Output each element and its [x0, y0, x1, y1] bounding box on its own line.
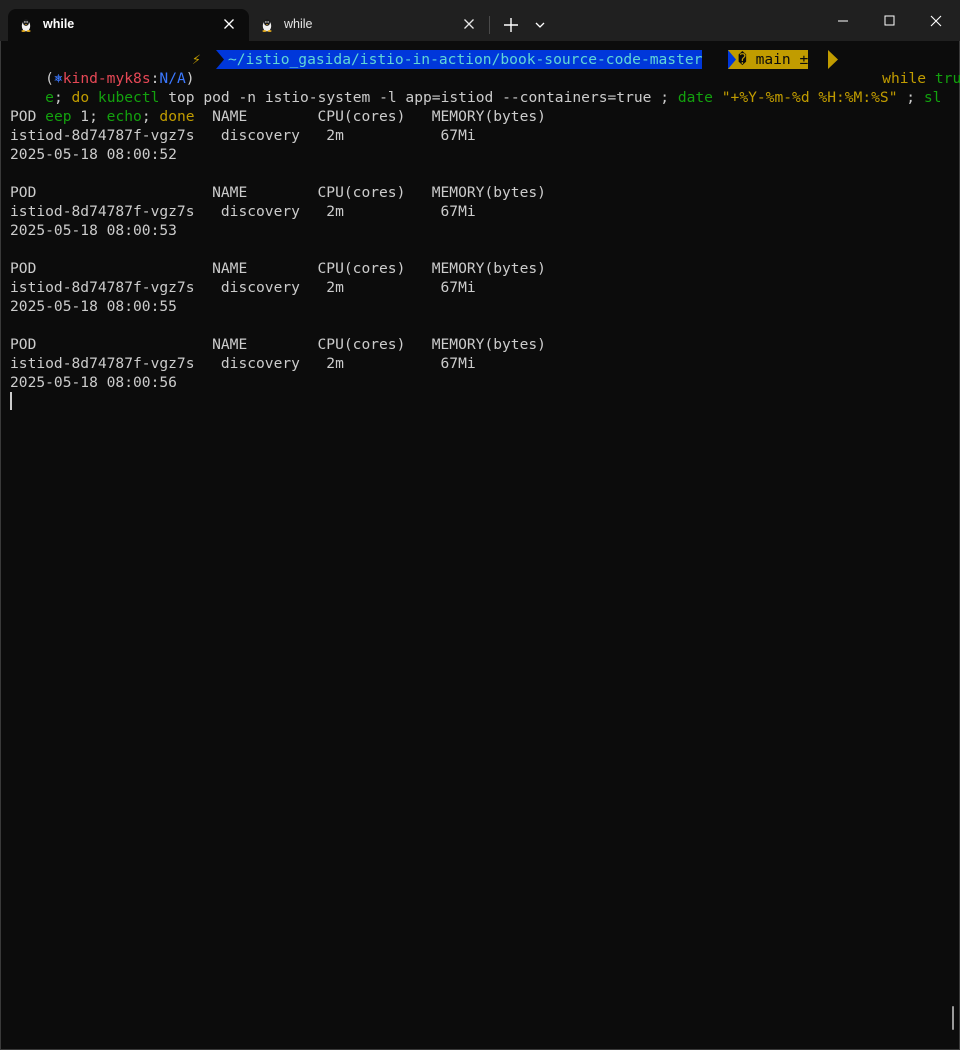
output-timestamp: 2025-05-18 08:00:52 — [10, 146, 177, 163]
output-timestamp: 2025-05-18 08:00:56 — [10, 374, 177, 391]
output-header: POD NAME CPU(cores) MEMORY(bytes) — [10, 108, 546, 125]
command-line-2: e; do kubectl top pod -n istio-system -l… — [10, 69, 941, 106]
close-tab-icon[interactable] — [221, 16, 237, 32]
tab-title: while — [43, 17, 75, 31]
branch-end-arrow-icon — [828, 50, 838, 69]
close-tab-icon[interactable] — [461, 16, 477, 32]
scrollbar-thumb[interactable] — [952, 1006, 954, 1030]
separator: ; — [897, 89, 924, 106]
git-branch: � main ± — [738, 50, 809, 69]
output-timestamp: 2025-05-18 08:00:55 — [10, 298, 177, 315]
tab-separator — [489, 16, 490, 34]
command-line-1: while tru — [847, 50, 960, 87]
linux-penguin-icon — [21, 19, 31, 32]
tab-while-active[interactable]: while — [8, 9, 249, 41]
cmd-sleep-part: sl — [923, 89, 942, 106]
prompt-path: ~/istio_gasida/istio-in-action/book-sour… — [228, 50, 703, 69]
output-row: istiod-8d74787f-vgz7s discovery 2m 67Mi — [10, 279, 476, 296]
output-row: istiod-8d74787f-vgz7s discovery 2m 67Mi — [10, 203, 476, 220]
close-icon[interactable] — [912, 0, 960, 41]
command-line-3: eep 1; echo; done — [10, 88, 194, 125]
date-format: "+%Y-%m-%d %H:%M:%S" — [712, 89, 898, 106]
tab-while[interactable]: while — [249, 9, 489, 41]
branch-separator-arrow-icon — [728, 50, 738, 69]
path-segment-arrow-icon — [216, 50, 228, 69]
output-header: POD NAME CPU(cores) MEMORY(bytes) — [10, 260, 546, 277]
text-cursor — [10, 392, 12, 410]
output-header: POD NAME CPU(cores) MEMORY(bytes) — [10, 336, 546, 353]
prompt-line: (⎈kind-myk8s:N/A) — [10, 50, 194, 87]
output-timestamp: 2025-05-18 08:00:53 — [10, 222, 177, 239]
terminal-pane[interactable]: (⎈kind-myk8s:N/A) ⚡ ~/istio_gasida/istio… — [0, 41, 960, 1050]
minimize-icon[interactable] — [820, 0, 866, 41]
output-header: POD NAME CPU(cores) MEMORY(bytes) — [10, 184, 546, 201]
new-tab-plus-icon[interactable] — [500, 14, 522, 36]
cmd-date: date — [677, 89, 713, 106]
kubectl-args: top pod -n istio-system -l app=istiod --… — [159, 89, 678, 106]
output-row: istiod-8d74787f-vgz7s discovery 2m 67Mi — [10, 127, 476, 144]
tab-title: while — [284, 17, 313, 31]
chevron-down-icon[interactable] — [530, 14, 550, 36]
maximize-icon[interactable] — [866, 0, 912, 41]
output-row: istiod-8d74787f-vgz7s discovery 2m 67Mi — [10, 355, 476, 372]
linux-penguin-icon — [262, 19, 272, 32]
title-bar: while while — [0, 0, 960, 41]
lightning-bolt-icon: ⚡ — [192, 51, 201, 68]
